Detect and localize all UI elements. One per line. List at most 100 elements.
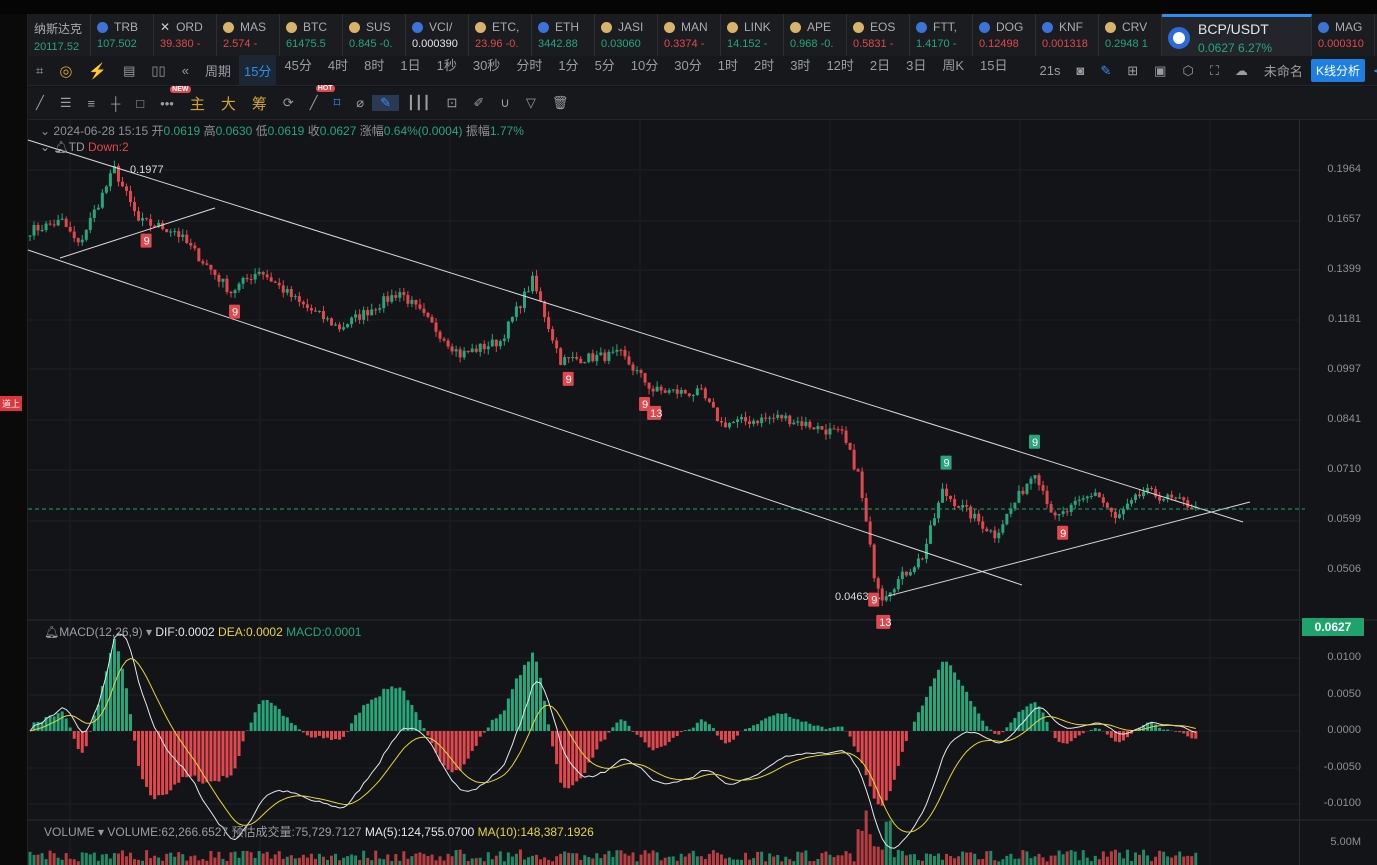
macd-histogram-bar	[36, 721, 40, 731]
low-label: 低	[255, 124, 268, 138]
collapse-icon[interactable]: ⌄	[40, 140, 50, 154]
volume-bar	[1061, 854, 1065, 865]
macd-histogram-bar	[72, 731, 76, 739]
volume-bar	[1037, 853, 1041, 865]
candle-body	[133, 202, 137, 212]
bar-date: 2024-06-28 15:15	[53, 124, 149, 138]
macd-histogram-bar	[1182, 731, 1186, 734]
volume-bar	[205, 860, 209, 865]
macd-histogram-bar	[824, 729, 828, 731]
low-value: 0.0619	[267, 124, 305, 138]
candle-body	[137, 211, 141, 221]
macd-histogram-bar	[313, 731, 317, 738]
trendline	[27, 139, 1244, 523]
macd-histogram-bar	[1077, 731, 1081, 736]
macd-histogram-bar	[957, 679, 961, 731]
macd-histogram-bar	[800, 721, 804, 731]
td-value: Down:2	[87, 140, 129, 154]
volume-bar	[1146, 855, 1150, 865]
td-marker-label: 9	[871, 595, 877, 607]
volume-bar	[679, 853, 683, 865]
dropdown-icon[interactable]: ▾	[146, 625, 152, 639]
collapse-icon[interactable]: ⌄	[40, 124, 50, 138]
volume-bar	[920, 860, 924, 865]
candle-body	[591, 353, 595, 362]
candle-body	[679, 389, 683, 394]
volume-bar	[864, 810, 868, 865]
bell-icon[interactable]: 🔔︎	[53, 140, 68, 154]
close-value: 0.0627	[319, 124, 357, 138]
td-marker-label: 13	[650, 408, 662, 420]
candle-body	[627, 356, 631, 365]
candle-body	[60, 218, 64, 220]
volume-bar	[56, 857, 60, 865]
candle-body	[193, 245, 197, 249]
volume-bar	[40, 853, 44, 865]
volume-bar	[796, 851, 800, 865]
volume-bar	[378, 858, 382, 865]
estimated-volume: 预估成交量:75,729.7127	[231, 825, 362, 839]
candle-body	[281, 285, 285, 293]
macd-histogram-bar	[241, 731, 245, 742]
candle-body	[84, 229, 88, 240]
macd-histogram-bar	[699, 719, 703, 731]
volume-bar	[1190, 856, 1194, 865]
volume-bar	[249, 852, 253, 865]
volume-bar	[1041, 857, 1045, 865]
volume-bar	[173, 856, 177, 865]
volume-bar	[1057, 850, 1061, 865]
macd-histogram-bar	[880, 731, 884, 806]
macd-histogram-bar	[225, 731, 229, 778]
candle-body	[458, 349, 462, 358]
candle-body	[1109, 507, 1113, 512]
macd-histogram-bar	[350, 723, 354, 731]
volume-bar	[438, 856, 442, 865]
candle-body	[526, 291, 530, 293]
candle-body	[510, 316, 514, 322]
candle-body	[374, 309, 378, 311]
macd-histogram-bar	[68, 727, 72, 731]
price-axis[interactable]: 0.0627 0.1964 0.1657 0.1399 0.1181 0.0997 0.0…	[1299, 120, 1377, 865]
candle-body	[346, 324, 350, 328]
volume-bar	[522, 859, 526, 865]
macd-histogram-bar	[1190, 731, 1194, 739]
candle-body	[760, 417, 764, 424]
candle-body	[277, 282, 281, 286]
candle-body	[354, 314, 358, 318]
candle-body	[462, 350, 466, 358]
volume-bar	[116, 853, 120, 865]
macd-histogram-bar	[868, 731, 872, 787]
macd-histogram-bar	[715, 731, 719, 736]
candle-body	[422, 308, 426, 313]
candle-body	[977, 513, 981, 522]
volume-bar	[506, 852, 510, 865]
candle-body	[434, 322, 438, 332]
macd-histogram-bar	[945, 661, 949, 731]
macd-histogram-bar	[285, 717, 289, 731]
candle-body	[852, 449, 856, 470]
volume-bar	[72, 859, 76, 865]
macd-histogram-bar	[615, 722, 619, 731]
volume-name[interactable]: VOLUME	[44, 825, 95, 839]
volume-bar	[591, 858, 595, 865]
candle-body	[635, 370, 639, 372]
volume-bar	[153, 855, 157, 865]
volume-bar	[265, 851, 269, 865]
dropdown-icon[interactable]: ▾	[98, 825, 104, 839]
macd-histogram-bar	[896, 731, 900, 766]
candle-body	[651, 388, 655, 392]
volume-bar	[912, 854, 916, 865]
candle-body	[1129, 500, 1133, 504]
volume-bar	[161, 860, 165, 865]
macd-name[interactable]: MACD(12,26,9)	[59, 625, 142, 639]
candle-body	[309, 307, 313, 311]
macd-histogram-bar	[221, 731, 225, 776]
candle-body	[892, 589, 896, 593]
volume-bar	[120, 850, 124, 865]
volume-bar	[1025, 851, 1029, 865]
macd-histogram-bar	[124, 688, 128, 731]
volume-bar	[868, 834, 872, 865]
candle-body	[856, 469, 860, 472]
bell-icon[interactable]: 🔔︎	[44, 625, 59, 639]
volume-bar	[362, 850, 366, 865]
